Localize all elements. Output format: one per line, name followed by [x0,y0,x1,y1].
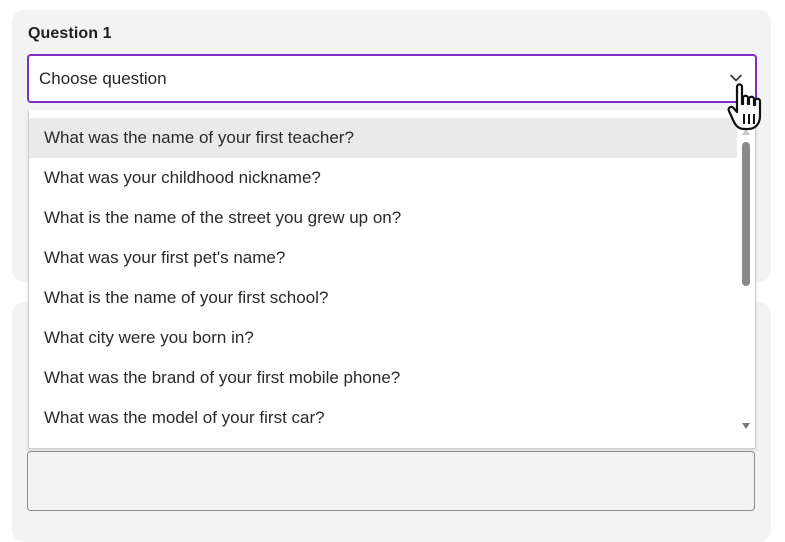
question-options-listbox[interactable]: What was the name of your first teacher?… [28,110,756,449]
option-first-car-model[interactable]: What was the model of your first car? [29,398,737,438]
option-childhood-nickname[interactable]: What was your childhood nickname? [29,158,737,198]
option-street-grew-up[interactable]: What is the name of the street you grew … [29,198,737,238]
answer-1-input[interactable] [27,451,755,511]
option-first-teacher[interactable]: What was the name of your first teacher? [29,118,737,158]
hand-pointer-cursor-icon [727,83,762,131]
option-first-school[interactable]: What is the name of your first school? [29,278,737,318]
scrollbar-thumb[interactable] [742,142,750,286]
option-birth-city[interactable]: What city were you born in? [29,318,737,358]
option-first-pet[interactable]: What was your first pet's name? [29,238,737,278]
question-1-select[interactable]: Choose question [27,54,757,103]
scroll-down-arrow-icon[interactable] [741,422,751,430]
option-first-phone-brand[interactable]: What was the brand of your first mobile … [29,358,737,398]
dropdown-scrollbar[interactable] [737,110,755,448]
question-1-label: Question 1 [28,25,112,42]
select-current-value: Choose question [39,69,167,88]
